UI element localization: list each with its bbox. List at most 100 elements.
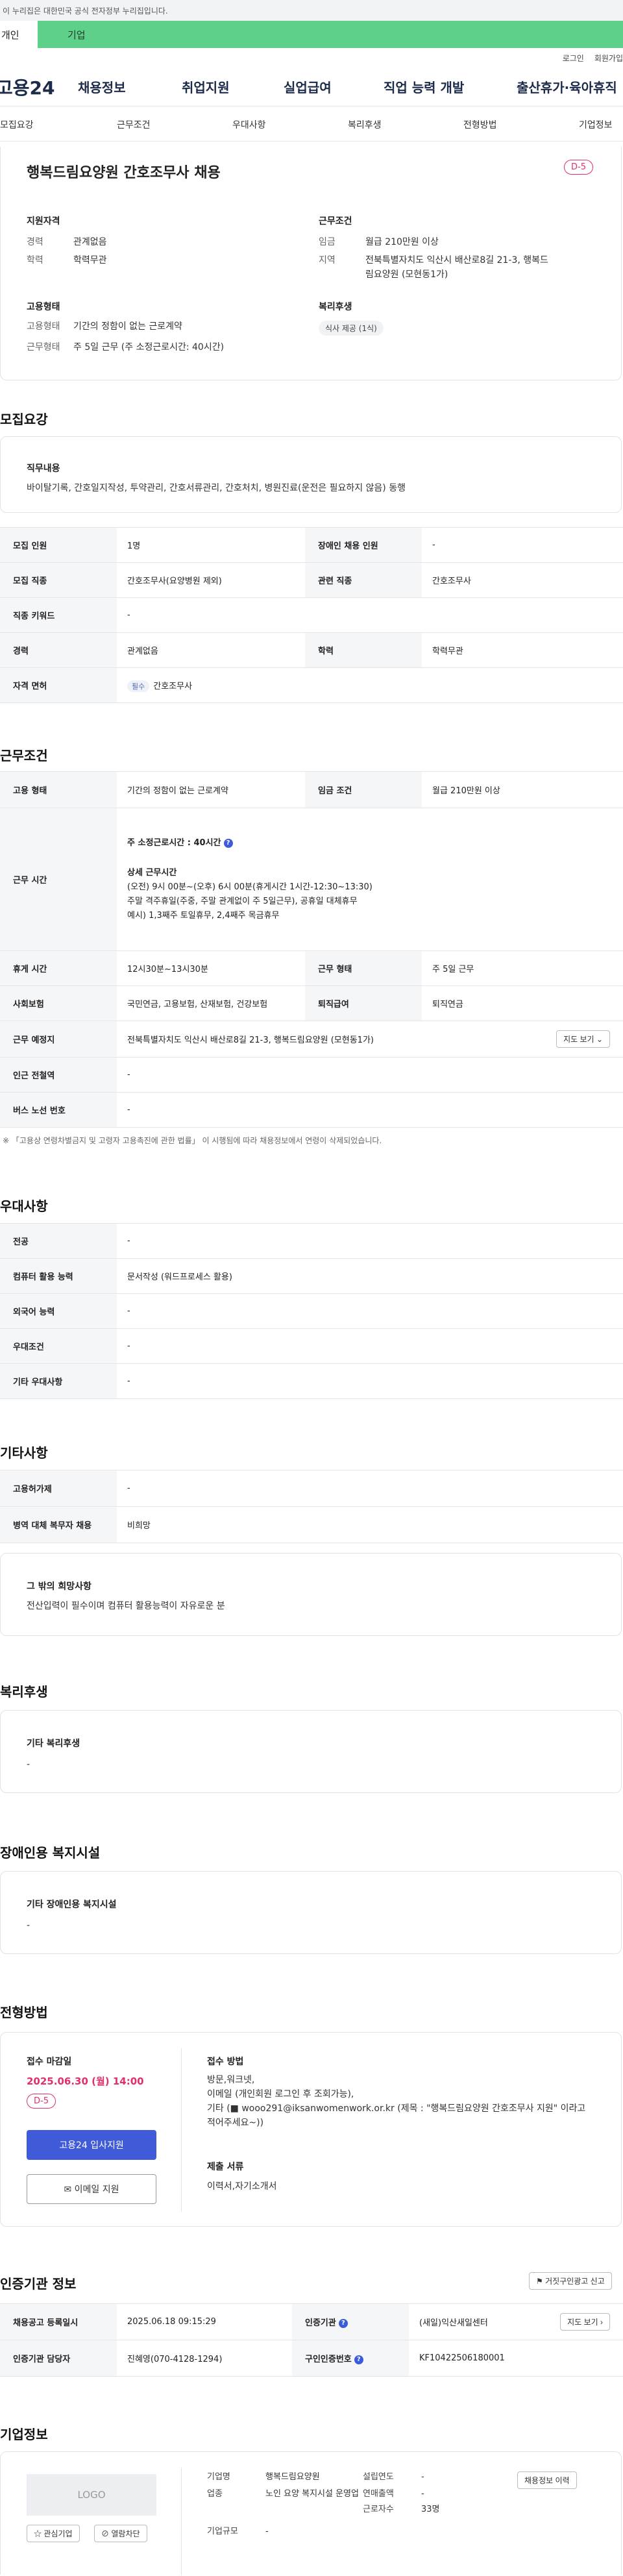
etc-title: 기타사항 (0, 1445, 48, 1461)
chevron-right-icon: › (600, 2318, 603, 2327)
chevron-down-icon: ⌄ (596, 1035, 603, 1044)
cond-wage: 임금 월급 210만원 이상 (319, 237, 439, 247)
hope-text: 전산입력이 필수이며 컴퓨터 활용능력이 자유로운 분 (27, 1601, 225, 1611)
duty-card: 직무내용 바이탈기록, 간호일지작성, 투약관리, 간호서류관리, 간호처치, … (0, 436, 622, 513)
gnb-unemployment[interactable]: 실업급여 (284, 77, 384, 96)
gov-banner: 이 누리집은 대한민국 공식 전자정부 누리집입니다. (0, 0, 623, 21)
table-row: 우대조건 - (0, 1328, 623, 1364)
agency-map-button[interactable]: 지도 보기 › (560, 2313, 610, 2331)
table-row: 모집 직종 간호조무사(요양병원 제외) 관련 직종 간호조무사 (0, 562, 623, 598)
section-nav: 모집요강 근무조건 우대사항 복리후생 전형방법 기업정보 (0, 106, 623, 142)
table-row: 기타 우대사항 - (0, 1363, 623, 1399)
docs-value: 이력서,자기소개서 (207, 2181, 277, 2192)
qual-edu: 학력 학력무관 (27, 255, 107, 266)
cond-heading: 근무조건 (319, 216, 352, 227)
gnb-employment-support[interactable]: 취업지원 (182, 77, 284, 96)
summary-card: 행복드림요양원 간호조무사 채용 D-5 지원자격 경력 관계없음 학력 학력무관 … (0, 147, 622, 380)
emp-heading: 고용형태 (27, 302, 60, 312)
recruit-title: 모집요강 (0, 412, 48, 427)
tab-company[interactable]: 기업 (38, 21, 623, 48)
util-bar: 로그인 회원가입 (0, 48, 623, 68)
info-icon[interactable]: ? (223, 838, 233, 848)
table-row: 인증기관 담당자 진혜영(070-4128-1294) 구인인증번호? KF104… (0, 2340, 623, 2377)
subnav-company[interactable]: 기업정보 (579, 118, 613, 131)
welfare-title: 복리후생 (0, 1684, 48, 1700)
agency-table: 채용공고 등록일시 2025.06.18 09:15:29 인증기관? (새일)익… (0, 2303, 623, 2377)
email-apply-button[interactable]: ✉ 이메일 지원 (27, 2174, 156, 2204)
table-row: 채용공고 등록일시 2025.06.18 09:15:29 인증기관? (새일)익… (0, 2303, 623, 2340)
emp-worktype: 근무형태 주 5일 근무 (주 소정근로시간: 40시간) (27, 342, 225, 353)
info-icon[interactable]: ? (338, 2319, 348, 2328)
recruit-table: 모집 인원 1명 장애인 채용 인원 - 모집 직종 간호조무사(요양병원 제외) 관… (0, 527, 623, 703)
site-logo[interactable]: 고용24 (0, 74, 78, 100)
block-icon: ⊘ (101, 2529, 110, 2538)
table-row: 경력 관계없음 학력 학력무관 (0, 632, 623, 668)
age-note: ※ 「고용상 연령차별금지 및 고령자 고용촉진에 관한 법률」 이 시행됨에 … (3, 1136, 382, 1145)
disabled-card: 기타 장애인용 복지시설 - (0, 1871, 622, 1954)
emp-type: 고용형태 기간의 정함이 없는 근로계약 (27, 321, 182, 332)
duty-label: 직무내용 (27, 464, 60, 474)
tab-personal[interactable]: 개인 (0, 21, 38, 48)
selection-dday: D-5 (27, 2094, 56, 2109)
subnav-recruit[interactable]: 모집요강 (0, 118, 34, 131)
subnav-work[interactable]: 근무조건 (117, 118, 151, 131)
disabled-label: 기타 장애인용 복지시설 (27, 1900, 117, 1910)
table-row: 자격 면허 필수 간호조무사 (0, 667, 623, 703)
table-row: 병역 대체 복무자 채용 비희망 (0, 1506, 623, 1543)
info-row: 기업명 행복드림요양원 설립연도 - (207, 2472, 424, 2482)
fav-company-button[interactable]: ☆ 관심기업 (27, 2525, 80, 2542)
company-card: LOGO ☆ 관심기업 ⊘ 열람차단 기업명 행복드림요양원 설립연도 - 업종 노인… (0, 2451, 622, 2575)
info-icon[interactable]: ? (354, 2355, 363, 2364)
mail-icon: ✉ (64, 2185, 72, 2195)
subnav-selection[interactable]: 전형방법 (463, 118, 497, 131)
welfare-heading: 복리후생 (319, 302, 352, 312)
company-logo: LOGO (27, 2474, 156, 2516)
table-row: 모집 인원 1명 장애인 채용 인원 - (0, 527, 623, 563)
divider (181, 2468, 182, 2575)
flag-icon: ⚑ (536, 2277, 543, 2286)
welfare-card: 기타 복리후생 - (0, 1710, 622, 1793)
selection-card: 접수 마감일 2025.06.30 (월) 14:00 D-5 고용24 입사지… (0, 2032, 622, 2227)
etc-table: 고용허가제 - 병역 대체 복무자 채용 비희망 (0, 1470, 623, 1543)
job-title: 행복드림요양원 간호조무사 채용 (27, 165, 221, 181)
apply-button[interactable]: 고용24 입사지원 (27, 2130, 156, 2160)
global-nav: 고용24 채용정보 취업지원 실업급여 직업 능력 개발 출산휴가·육아휴직 (0, 68, 623, 106)
dday-badge: D-5 (564, 160, 593, 175)
work-table: 고용 형태 기간의 정함이 없는 근로계약 임금 조건 월급 210만원 이상 근무… (0, 771, 623, 1128)
history-button[interactable]: 채용정보 이력 (517, 2471, 577, 2489)
gnb-parental-leave[interactable]: 출산휴가·육아휴직 (517, 77, 617, 96)
login-link[interactable]: 로그인 (563, 53, 584, 64)
top-tabs: 개인 기업 (0, 21, 623, 48)
subnav-welfare[interactable]: 복리후생 (348, 118, 382, 131)
welfare-label: 기타 복리후생 (27, 1739, 80, 1749)
welfare-tag: 식사 제공 (1식) (319, 321, 384, 336)
map-button[interactable]: 지도 보기 ⌄ (556, 1030, 610, 1048)
pref-title: 우대사항 (0, 1198, 48, 1214)
table-row: 외국어 능력 - (0, 1293, 623, 1329)
info-row: 근로자수 33명 (363, 2505, 440, 2514)
hope-card: 그 밖의 희망사항 전산입력이 필수이며 컴퓨터 활용능력이 자유로운 분 (0, 1553, 622, 1636)
table-row: 고용 형태 기간의 정함이 없는 근로계약 임금 조건 월급 210만원 이상 (0, 771, 623, 808)
cond-list: 임금 월급 210만원 이상 지역 전북특별자치도 익산시 배산로8길 21-3, … (319, 235, 604, 282)
method-label: 접수 방법 (207, 2057, 244, 2067)
table-row: 전공 - (0, 1223, 623, 1259)
subnav-pref[interactable]: 우대사항 (232, 118, 266, 131)
qual-heading: 지원자격 (27, 216, 60, 227)
block-view-button[interactable]: ⊘ 열람차단 (94, 2525, 147, 2542)
qual-list: 경력 관계없음 학력 학력무관 (27, 235, 286, 267)
star-icon: ☆ (34, 2529, 42, 2538)
table-row: 버스 노선 번호 - (0, 1092, 623, 1128)
deadline-label: 접수 마감일 (27, 2057, 72, 2067)
deadline-date: 2025.06.30 (월) 14:00 (27, 2075, 144, 2087)
agency-title: 인증기관 정보 (0, 2276, 77, 2292)
method-text: 방문,워크넷, 이메일 (개인회원 로그인 후 조회가능), 기타 (■ woo… (207, 2075, 586, 2128)
docs-label: 제출 서류 (207, 2162, 244, 2172)
gnb-jobs[interactable]: 채용정보 (78, 77, 182, 96)
info-row: 기업규모 - (207, 2527, 269, 2536)
report-ad-button[interactable]: ⚑ 거짓구인광고 신고 (529, 2272, 612, 2290)
company-title: 기업정보 (0, 2427, 48, 2442)
hope-label: 그 밖의 희망사항 (27, 1581, 92, 1592)
gnb-training[interactable]: 직업 능력 개발 (384, 77, 517, 96)
signup-link[interactable]: 회원가입 (594, 53, 623, 64)
table-row: 휴게 시간 12시30분~13시30분 근무 형태 주 5일 근무 (0, 950, 623, 986)
